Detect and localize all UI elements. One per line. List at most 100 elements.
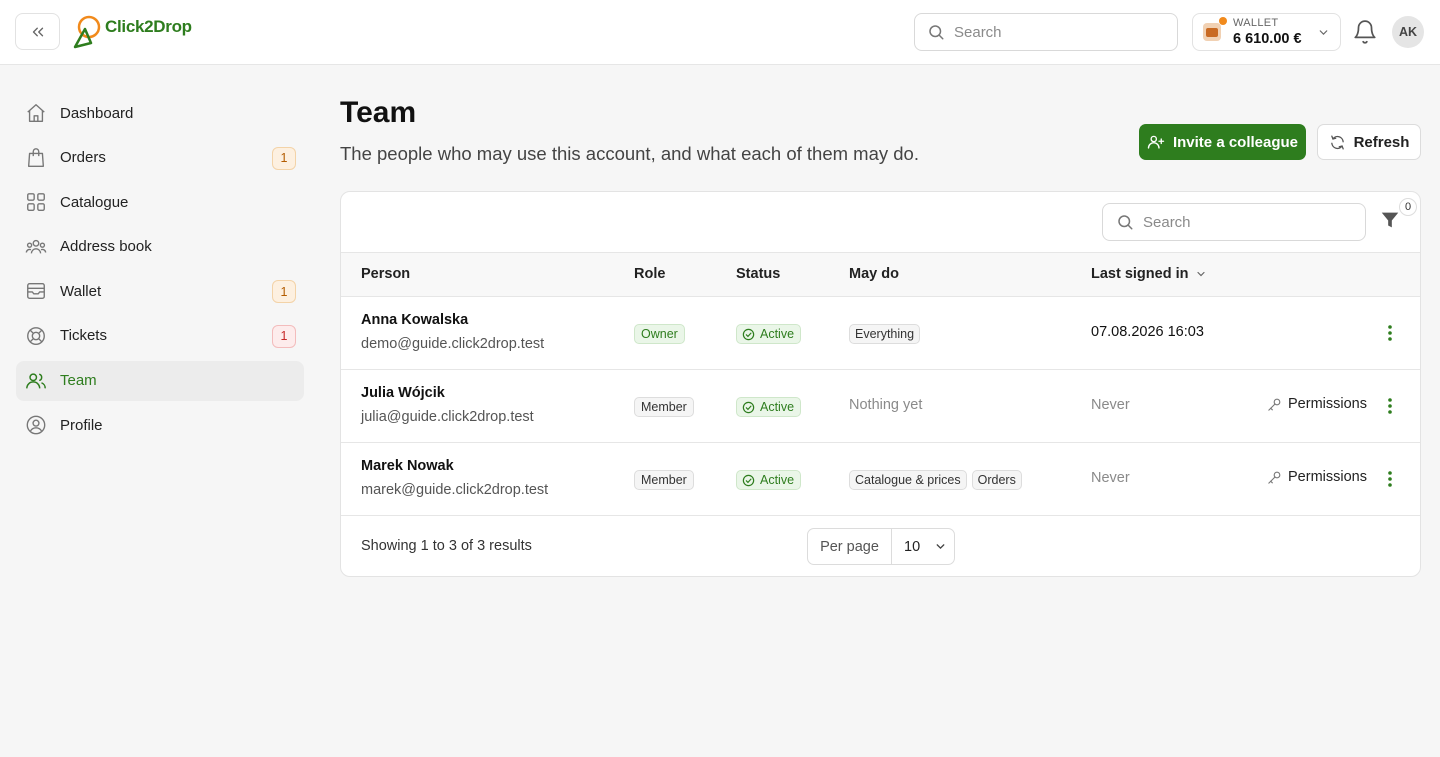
invite-colleague-label: Invite a colleague [1172,133,1299,151]
may-do-text: Nothing yet [849,397,923,413]
person-name: Julia Wójcik [361,385,445,401]
search-icon [1118,215,1133,230]
sidebar-item-dashboard[interactable]: Dashboard [16,93,304,133]
check-circle-icon [742,474,755,486]
page-subtitle: The people who may use this account, and… [340,143,919,164]
user-avatar[interactable]: AK [1392,16,1424,48]
role-badge: Member [634,470,694,490]
key-icon [1268,398,1281,411]
page-title: Team [340,96,417,129]
person-email: julia@guide.click2drop.test [361,409,534,425]
app-logo[interactable]: Click2Drop [71,12,201,52]
permissions-button[interactable]: Permissions [1267,469,1367,485]
table-search-input[interactable] [1143,213,1343,231]
column-status[interactable]: Status [736,266,780,282]
permission-pill: Everything [849,324,921,344]
sidebar-item-label: Address book [60,238,152,256]
home-icon [27,104,45,122]
sidebar-item-wallet[interactable]: Wallet 1 [16,271,304,311]
table-header: Person Role Status May do Last signed in [341,252,1420,297]
sidebar-item-profile[interactable]: Profile [16,405,304,445]
more-options-icon[interactable] [1387,470,1393,488]
sidebar-nav: Dashboard Orders 1 Catalogue Address boo… [16,93,304,450]
role-badge: Member [634,397,694,417]
results-summary: Showing 1 to 3 of 3 results [361,538,532,554]
column-may-do[interactable]: May do [849,266,899,282]
check-circle-icon [742,401,755,413]
user-circle-icon [26,415,46,435]
last-signed-in: Never [1091,397,1130,413]
logo-text: Click2Drop [105,17,192,36]
table-row[interactable]: Julia Wójcik julia@guide.click2drop.test… [341,370,1420,443]
refresh-button[interactable]: Refresh [1317,124,1421,160]
table-row[interactable]: Anna Kowalska demo@guide.click2drop.test… [341,297,1420,370]
last-signed-in: Never [1091,470,1130,486]
filter-button[interactable] [1379,209,1403,233]
status-label: Active [760,473,795,487]
top-bar: Click2Drop WALLET 6 610.00 € AK [0,0,1440,65]
sidebar-item-address-book[interactable]: Address book [16,227,304,267]
person-name: Marek Nowak [361,458,454,474]
person-email: demo@guide.click2drop.test [361,336,545,352]
logo-mark-icon [73,15,101,49]
per-page-value[interactable]: 10 [892,529,954,564]
column-last-signed-in[interactable]: Last signed in [1091,266,1207,282]
chevron-down-icon [1319,30,1328,35]
column-last-signed-in-label: Last signed in [1091,266,1189,282]
status-badge: Active [736,324,802,344]
user-plus-icon [1147,135,1165,149]
table-row[interactable]: Marek Nowak marek@guide.click2drop.test … [341,443,1420,516]
sidebar-item-tickets[interactable]: Tickets 1 [16,316,304,356]
sidebar-item-label: Tickets [60,327,107,345]
sidebar-item-team[interactable]: Team [16,360,304,401]
invite-colleague-button[interactable]: Invite a colleague [1139,124,1306,160]
notifications-bell-icon[interactable] [1352,19,1378,45]
bag-icon [27,147,45,167]
permissions-label: Permissions [1288,469,1367,485]
grid-icon [27,193,45,212]
role-badge: Owner [634,324,685,344]
global-search-input[interactable] [954,23,1154,41]
team-table-card: 0 Person Role Status May do Last signed … [340,191,1421,577]
person-name: Anna Kowalska [361,312,469,328]
column-role[interactable]: Role [634,266,665,282]
sidebar-item-label: Catalogue [60,193,129,211]
per-page-selected: 10 [904,538,921,555]
per-page-select[interactable]: Per page 10 [807,528,955,565]
table-search[interactable] [1102,203,1366,241]
last-signed-in: 07.08.2026 16:03 [1091,324,1204,340]
status-badge: Active [736,470,802,490]
person-email: marek@guide.click2drop.test [361,482,549,498]
key-icon [1268,471,1281,484]
wallet-icon [1203,23,1221,41]
check-circle-icon [742,328,755,340]
permissions-button[interactable]: Permissions [1267,396,1367,412]
sidebar-item-orders[interactable]: Orders 1 [16,138,304,178]
filter-icon [1381,212,1399,228]
status-label: Active [760,400,795,414]
tickets-count-badge: 1 [272,324,296,348]
permission-pill: Orders [971,470,1022,490]
sort-chevron-down-icon [1196,271,1205,277]
sidebar-item-label: Profile [60,416,103,434]
wallet-dropdown[interactable]: WALLET 6 610.00 € [1192,13,1341,51]
wallet-amount: 6 610.00 € [1233,31,1302,47]
wallet-label: WALLET [1233,17,1279,29]
chevrons-left-icon [32,27,43,36]
sidebar-item-label: Orders [60,149,106,167]
more-options-icon[interactable] [1387,397,1393,415]
filter-count-badge: 0 [1399,198,1417,216]
refresh-label: Refresh [1353,133,1410,151]
users-group-icon [25,239,47,254]
sidebar-item-catalogue[interactable]: Catalogue [16,182,304,222]
person-cell: Marek Nowak marek@guide.click2drop.test [361,458,548,498]
more-options-icon[interactable] [1387,324,1393,342]
status-badge: Active [736,397,802,417]
sidebar-item-label: Wallet [60,282,102,300]
global-search[interactable] [914,13,1178,51]
collapse-sidebar-button[interactable] [15,13,60,50]
notification-dot [1219,17,1227,25]
wallet-count-badge: 1 [272,280,296,304]
person-cell: Anna Kowalska demo@guide.click2drop.test [361,312,544,352]
column-person[interactable]: Person [361,266,410,282]
